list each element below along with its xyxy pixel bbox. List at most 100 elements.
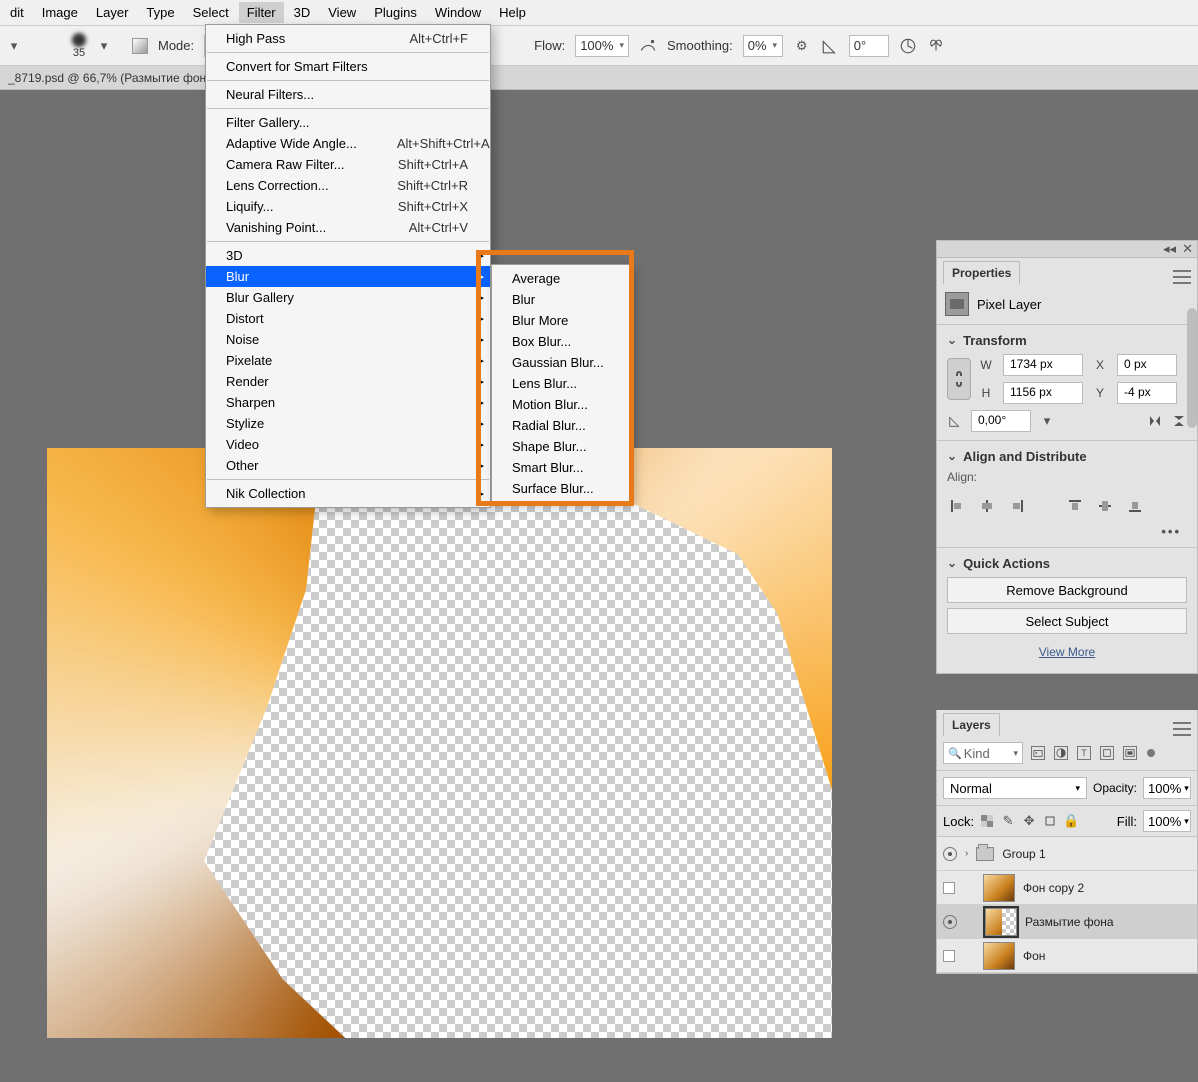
angle-caret-icon[interactable]: ▾ [1039,413,1055,429]
menu-help[interactable]: Help [491,2,534,23]
layer-item[interactable]: Фон [937,939,1197,973]
menu-layer[interactable]: Layer [88,2,137,23]
menu-last-filter[interactable]: High PassAlt+Ctrl+F [206,28,490,49]
menu-type[interactable]: Type [138,2,182,23]
menu-lens-correction[interactable]: Lens Correction...Shift+Ctrl+R [206,175,490,196]
y-input[interactable]: -4 px [1117,382,1177,404]
brush-angle-input[interactable]: 0° [849,35,889,57]
tab-properties[interactable]: Properties [943,261,1020,284]
panel-scrollbar[interactable] [1187,308,1197,428]
submenu-motion-blur[interactable]: Motion Blur... [492,394,630,415]
menu-video-sub[interactable]: Video [206,434,490,455]
filter-type-icon[interactable]: T [1077,746,1091,760]
select-subject-button[interactable]: Select Subject [947,608,1187,634]
lock-transparency-icon[interactable] [980,814,994,828]
align-vcenter-icon[interactable] [1097,498,1113,514]
fill-input[interactable]: 100% [1143,810,1191,832]
layers-panel-menu-icon[interactable] [1173,722,1191,736]
visibility-toggle-icon[interactable] [943,847,957,861]
butterfly-icon[interactable] [927,37,945,55]
submenu-radial-blur[interactable]: Radial Blur... [492,415,630,436]
menu-filter[interactable]: Filter [239,2,284,23]
more-options-icon[interactable]: ••• [947,524,1187,539]
filter-pixel-icon[interactable] [1031,746,1045,760]
flow-select[interactable]: 100% [575,35,629,57]
menu-image[interactable]: Image [34,2,86,23]
visibility-toggle-icon[interactable] [943,915,957,929]
remove-background-button[interactable]: Remove Background [947,577,1187,603]
filter-adjust-icon[interactable] [1054,746,1068,760]
align-right-icon[interactable] [1009,498,1025,514]
menu-nik-collection[interactable]: Nik Collection [206,483,490,504]
align-header[interactable]: Align and Distribute [947,449,1187,464]
submenu-average[interactable]: Average [492,268,630,289]
menu-stylize-sub[interactable]: Stylize [206,413,490,434]
pressure-opacity-icon[interactable] [899,37,917,55]
menu-camera-raw[interactable]: Camera Raw Filter...Shift+Ctrl+A [206,154,490,175]
quick-actions-header[interactable]: Quick Actions [947,556,1187,571]
submenu-shape-blur[interactable]: Shape Blur... [492,436,630,457]
submenu-gaussian-blur[interactable]: Gaussian Blur... [492,352,630,373]
airbrush-icon[interactable] [639,37,657,55]
height-input[interactable]: 1156 px [1003,382,1083,404]
menu-pixelate-sub[interactable]: Pixelate [206,350,490,371]
menu-noise-sub[interactable]: Noise [206,329,490,350]
layer-name[interactable]: Фон [1023,949,1045,963]
menu-select[interactable]: Select [185,2,237,23]
submenu-blur-more[interactable]: Blur More [492,310,630,331]
lock-all-icon[interactable]: 🔒 [1064,814,1078,828]
menu-neural-filters[interactable]: Neural Filters... [206,84,490,105]
align-bottom-icon[interactable] [1127,498,1143,514]
menu-3d-sub[interactable]: 3D [206,245,490,266]
collapse-icon[interactable]: ◂◂ [1163,241,1176,257]
lock-image-icon[interactable]: ✎ [1001,814,1015,828]
menu-liquify[interactable]: Liquify...Shift+Ctrl+X [206,196,490,217]
flip-vertical-icon[interactable] [1171,413,1187,429]
view-more-link[interactable]: View More [947,639,1187,665]
width-input[interactable]: 1734 px [1003,354,1083,376]
angle-input[interactable]: 0,00° [971,410,1031,432]
filter-toggle-icon[interactable] [1147,749,1155,757]
tab-layers[interactable]: Layers [943,713,1000,736]
smoothing-select[interactable]: 0% [743,35,783,57]
blend-mode-select-layers[interactable]: Normal [943,777,1087,799]
brush-caret-icon[interactable]: ▾ [96,38,112,54]
lock-artboard-icon[interactable] [1043,814,1057,828]
menu-edit[interactable]: dit [2,2,32,23]
layer-name[interactable]: Фон copy 2 [1023,881,1084,895]
filter-shape-icon[interactable] [1100,746,1114,760]
menu-sharpen-sub[interactable]: Sharpen [206,392,490,413]
submenu-blur[interactable]: Blur [492,289,630,310]
menu-3d[interactable]: 3D [286,2,319,23]
visibility-toggle-icon[interactable] [943,950,955,962]
submenu-lens-blur[interactable]: Lens Blur... [492,373,630,394]
visibility-toggle-icon[interactable] [943,882,955,894]
opacity-input[interactable]: 100% [1143,777,1191,799]
menu-filter-gallery[interactable]: Filter Gallery... [206,112,490,133]
menu-blur-gallery-sub[interactable]: Blur Gallery [206,287,490,308]
align-left-icon[interactable] [949,498,965,514]
lock-position-icon[interactable]: ✥ [1022,814,1036,828]
menu-plugins[interactable]: Plugins [366,2,425,23]
menu-window[interactable]: Window [427,2,489,23]
filter-smart-icon[interactable] [1123,746,1137,760]
layer-item-group[interactable]: › Group 1 [937,837,1197,871]
x-input[interactable]: 0 px [1117,354,1177,376]
layer-name[interactable]: Размытие фона [1025,915,1114,929]
document-tab[interactable]: _8719.psd @ 66,7% (Размытие фон [0,66,1198,90]
layer-item[interactable]: Фон copy 2 [937,871,1197,905]
menu-adaptive-wide-angle[interactable]: Adaptive Wide Angle...Alt+Shift+Ctrl+A [206,133,490,154]
close-icon[interactable]: ✕ [1182,241,1193,257]
layer-filter-kind[interactable]: 🔍 Kind [943,742,1023,764]
gear-icon[interactable]: ⚙ [793,37,811,55]
tool-preset-caret-icon[interactable]: ▾ [6,38,22,54]
canvas[interactable] [47,448,832,1038]
align-top-icon[interactable] [1067,498,1083,514]
link-wh-icon[interactable] [947,358,971,400]
layer-name[interactable]: Group 1 [1002,847,1045,861]
align-hcenter-icon[interactable] [979,498,995,514]
layer-item-selected[interactable]: Размытие фона [937,905,1197,939]
menu-distort-sub[interactable]: Distort [206,308,490,329]
disclosure-icon[interactable]: › [965,848,968,859]
menu-view[interactable]: View [320,2,364,23]
